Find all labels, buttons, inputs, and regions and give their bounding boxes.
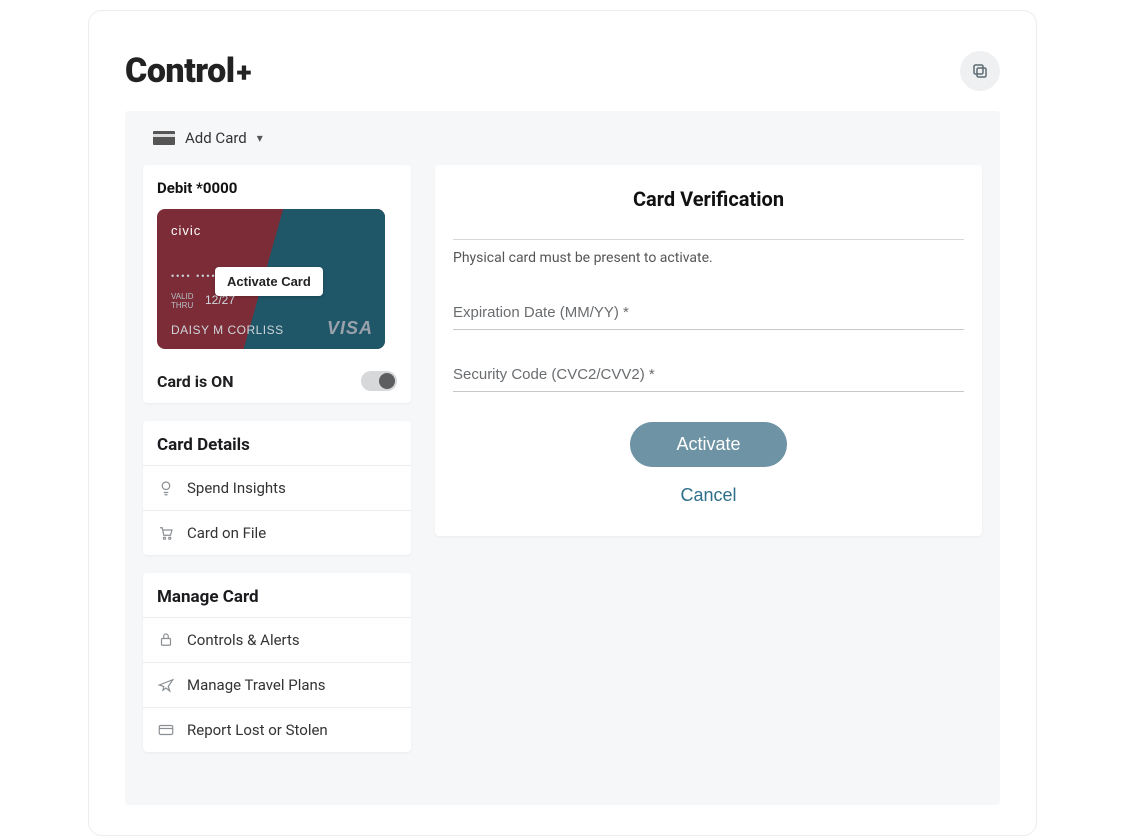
- toggle-knob: [379, 373, 395, 389]
- expiration-date-input[interactable]: [453, 298, 964, 330]
- content-area: Add Card ▾ Debit *0000 civic •••• •••• V…: [125, 111, 1000, 805]
- verification-title: Card Verification: [453, 187, 964, 211]
- cart-icon: [157, 524, 175, 542]
- app-card: Control + Add Card ▾ Debit *0: [88, 10, 1037, 836]
- spend-insights-label: Spend Insights: [187, 479, 286, 497]
- header: Control +: [89, 11, 1036, 111]
- spend-insights-item[interactable]: Spend Insights: [143, 465, 411, 510]
- add-card-label: Add Card: [185, 129, 247, 147]
- brand-suffix: +: [237, 56, 251, 89]
- card-icon: [153, 131, 175, 145]
- manage-travel-label: Manage Travel Plans: [187, 676, 326, 694]
- lock-icon: [157, 631, 175, 649]
- card-summary-panel: Debit *0000 civic •••• •••• VALIDTHRU 12…: [143, 165, 411, 403]
- manage-card-section: Manage Card Controls & Alerts: [143, 573, 411, 752]
- copy-icon-button[interactable]: [960, 51, 1000, 91]
- security-code-input[interactable]: [453, 360, 964, 392]
- activate-button[interactable]: Activate: [630, 422, 786, 467]
- card-status-toggle[interactable]: [361, 371, 397, 391]
- card-details-title: Card Details: [143, 421, 411, 465]
- card-details-section: Card Details Spend Insights: [143, 421, 411, 555]
- visa-logo: VISA: [327, 318, 373, 339]
- card-masked-number: •••• ••••: [171, 271, 217, 281]
- manage-card-title: Manage Card: [143, 573, 411, 617]
- card-valid-label: VALIDTHRU: [171, 293, 194, 311]
- card-holder-name: DAISY M CORLISS: [171, 323, 284, 337]
- chevron-down-icon: ▾: [257, 131, 263, 145]
- card-on-file-label: Card on File: [187, 524, 266, 542]
- report-lost-item[interactable]: Report Lost or Stolen: [143, 707, 411, 752]
- lightbulb-icon: [157, 479, 175, 497]
- card-verification-panel: Card Verification Physical card must be …: [435, 165, 982, 536]
- controls-alerts-label: Controls & Alerts: [187, 631, 300, 649]
- brand-logo: Control +: [125, 51, 251, 91]
- divider: [453, 239, 964, 240]
- report-lost-label: Report Lost or Stolen: [187, 721, 328, 739]
- plane-icon: [157, 676, 175, 694]
- cancel-button[interactable]: Cancel: [680, 485, 736, 506]
- activate-card-chip[interactable]: Activate Card: [215, 267, 323, 296]
- manage-travel-item[interactable]: Manage Travel Plans: [143, 662, 411, 707]
- controls-alerts-item[interactable]: Controls & Alerts: [143, 617, 411, 662]
- card-on-file-item[interactable]: Card on File: [143, 510, 411, 555]
- credit-card-visual: civic •••• •••• VALIDTHRU 12/27 DAISY M …: [157, 209, 385, 349]
- card-broken-icon: [157, 721, 175, 739]
- card-bank: civic: [171, 223, 201, 238]
- add-card-dropdown[interactable]: Add Card ▾: [143, 125, 982, 165]
- verification-note: Physical card must be present to activat…: [453, 250, 964, 266]
- card-title: Debit *0000: [157, 179, 397, 197]
- copy-icon: [971, 62, 989, 80]
- card-status-label: Card is ON: [157, 372, 233, 391]
- brand-name: Control: [125, 51, 235, 91]
